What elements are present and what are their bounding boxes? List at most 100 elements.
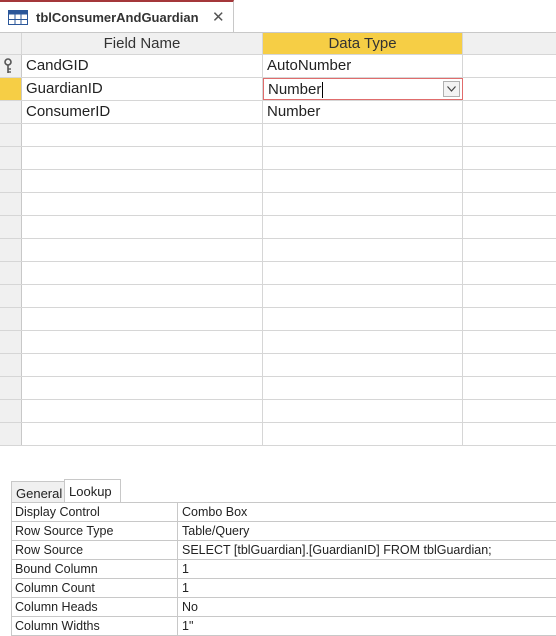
empty-field-row[interactable] (0, 400, 556, 423)
row-selector[interactable] (0, 285, 22, 307)
field-name-cell[interactable] (22, 216, 263, 238)
row-selector[interactable] (0, 262, 22, 284)
empty-field-row[interactable] (0, 147, 556, 170)
field-name-cell[interactable] (22, 193, 263, 215)
description-cell[interactable] (463, 124, 556, 146)
property-value[interactable]: SELECT [tblGuardian].[GuardianID] FROM t… (179, 541, 556, 559)
description-cell[interactable] (463, 216, 556, 238)
description-cell[interactable] (463, 285, 556, 307)
row-selector[interactable] (0, 423, 22, 445)
empty-field-row[interactable] (0, 216, 556, 239)
field-name-cell[interactable]: CandGID (22, 55, 263, 77)
field-name-cell[interactable] (22, 423, 263, 445)
description-cell[interactable] (463, 147, 556, 169)
field-row[interactable]: CandGID AutoNumber (0, 55, 556, 78)
data-type-cell[interactable] (263, 377, 463, 399)
description-cell[interactable] (463, 101, 556, 123)
property-row[interactable]: Column Count 1 (11, 579, 556, 598)
field-row[interactable]: GuardianID Number (0, 78, 556, 101)
description-cell[interactable] (463, 262, 556, 284)
property-row[interactable]: Bound Column 1 (11, 560, 556, 579)
description-cell[interactable] (463, 308, 556, 330)
chevron-down-icon[interactable] (443, 81, 460, 97)
row-selector[interactable] (0, 400, 22, 422)
description-cell[interactable] (463, 423, 556, 445)
data-type-cell[interactable] (263, 354, 463, 376)
empty-field-row[interactable] (0, 170, 556, 193)
row-selector[interactable] (0, 170, 22, 192)
data-type-cell[interactable] (263, 147, 463, 169)
row-selector[interactable] (0, 147, 22, 169)
data-type-cell[interactable] (263, 170, 463, 192)
field-name-cell[interactable] (22, 400, 263, 422)
property-value[interactable]: 1 (179, 579, 556, 597)
property-value[interactable]: Combo Box (179, 503, 556, 521)
empty-field-row[interactable] (0, 285, 556, 308)
row-selector[interactable] (0, 193, 22, 215)
property-value[interactable]: 1" (179, 617, 556, 635)
select-all-corner[interactable] (0, 33, 22, 55)
property-value[interactable]: 1 (179, 560, 556, 578)
description-cell[interactable] (463, 331, 556, 353)
empty-field-row[interactable] (0, 377, 556, 400)
field-name-cell[interactable] (22, 377, 263, 399)
document-tab[interactable]: tblConsumerAndGuardian ✕ (0, 0, 234, 32)
data-type-cell[interactable] (263, 331, 463, 353)
field-name-cell[interactable] (22, 331, 263, 353)
description-cell[interactable] (463, 78, 556, 100)
property-row[interactable]: Row Source Type Table/Query (11, 522, 556, 541)
field-name-cell[interactable] (22, 285, 263, 307)
description-cell[interactable] (463, 170, 556, 192)
description-cell[interactable] (463, 55, 556, 77)
property-value[interactable]: Table/Query (179, 522, 556, 540)
property-row[interactable]: Row Source SELECT [tblGuardian].[Guardian… (11, 541, 556, 560)
field-name-cell[interactable] (22, 308, 263, 330)
description-cell[interactable] (463, 400, 556, 422)
row-selector[interactable] (0, 78, 22, 100)
property-value[interactable]: No (179, 598, 556, 616)
empty-field-row[interactable] (0, 331, 556, 354)
property-row[interactable]: Column Heads No (11, 598, 556, 617)
field-row[interactable]: ConsumerID Number (0, 101, 556, 124)
field-name-cell[interactable] (22, 354, 263, 376)
tab-general[interactable]: General (11, 481, 65, 502)
data-type-cell[interactable] (263, 285, 463, 307)
description-cell[interactable] (463, 377, 556, 399)
row-selector[interactable] (0, 101, 22, 123)
data-type-cell[interactable] (263, 423, 463, 445)
row-selector[interactable] (0, 354, 22, 376)
data-type-cell[interactable]: AutoNumber (263, 55, 463, 77)
data-type-cell[interactable] (263, 308, 463, 330)
field-name-cell[interactable] (22, 124, 263, 146)
row-selector[interactable] (0, 308, 22, 330)
data-type-cell[interactable] (263, 400, 463, 422)
row-selector[interactable] (0, 239, 22, 261)
field-name-cell[interactable]: ConsumerID (22, 101, 263, 123)
empty-field-row[interactable] (0, 423, 556, 446)
data-type-cell[interactable]: Number (263, 101, 463, 123)
field-name-cell[interactable] (22, 147, 263, 169)
empty-field-row[interactable] (0, 239, 556, 262)
empty-field-row[interactable] (0, 354, 556, 377)
property-row[interactable]: Display Control Combo Box (11, 503, 556, 522)
row-selector[interactable] (0, 55, 22, 77)
data-type-cell[interactable] (263, 216, 463, 238)
field-name-cell[interactable] (22, 239, 263, 261)
empty-field-row[interactable] (0, 262, 556, 285)
description-cell[interactable] (463, 193, 556, 215)
data-type-cell[interactable] (263, 193, 463, 215)
data-type-combo[interactable]: Number (263, 78, 463, 100)
description-cell[interactable] (463, 239, 556, 261)
data-type-cell[interactable] (263, 262, 463, 284)
property-row[interactable]: Column Widths 1" (11, 617, 556, 636)
row-selector[interactable] (0, 377, 22, 399)
close-icon[interactable]: ✕ (212, 8, 225, 26)
empty-field-row[interactable] (0, 193, 556, 216)
data-type-cell[interactable] (263, 239, 463, 261)
empty-field-row[interactable] (0, 308, 556, 331)
field-name-cell[interactable] (22, 170, 263, 192)
empty-field-row[interactable] (0, 124, 556, 147)
row-selector[interactable] (0, 124, 22, 146)
field-name-cell[interactable] (22, 262, 263, 284)
row-selector[interactable] (0, 331, 22, 353)
